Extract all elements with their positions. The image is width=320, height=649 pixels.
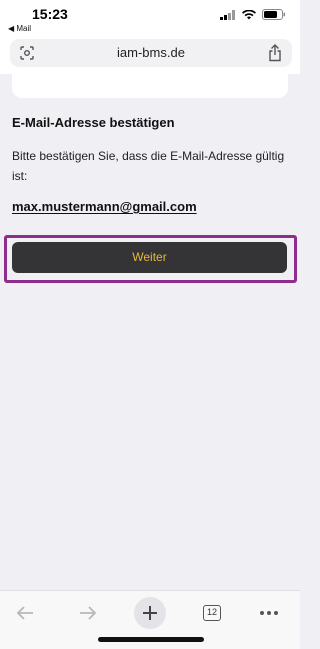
more-button[interactable] [253,597,285,629]
browser-address-area: iam-bms.de [0,36,300,74]
continue-button[interactable]: Weiter [12,242,287,273]
confirmation-text: Bitte bestätigen Sie, dass die E-Mail-Ad… [12,149,285,183]
address-bar[interactable]: iam-bms.de [10,39,292,67]
new-tab-button[interactable] [134,597,166,629]
browser-toolbar: 12 [0,590,300,649]
more-icon [260,611,278,615]
page-content: E-Mail-Adresse bestätigen Bitte bestätig… [0,70,300,590]
signal-icon [220,9,235,20]
tabs-button[interactable]: 12 [196,597,228,629]
back-to-mail-link[interactable]: ◀ Mail [8,24,31,33]
tabs-icon: 12 [203,605,221,621]
url-text[interactable]: iam-bms.de [10,45,292,60]
back-arrow-icon [16,606,33,620]
status-icons [220,9,286,20]
home-indicator [98,637,204,642]
share-icon[interactable] [268,44,282,67]
battery-icon [262,9,285,20]
page-title: E-Mail-Adresse bestätigen [12,115,175,130]
forward-arrow-icon [80,606,97,620]
back-button[interactable] [9,597,41,629]
email-address: max.mustermann@gmail.com [12,199,197,214]
status-bar: 15:23 ◀ Mail [0,0,300,36]
content-card [12,70,288,98]
status-time: 15:23 [32,6,68,22]
forward-button[interactable] [72,597,104,629]
plus-icon [143,606,157,620]
wifi-icon [242,9,256,19]
